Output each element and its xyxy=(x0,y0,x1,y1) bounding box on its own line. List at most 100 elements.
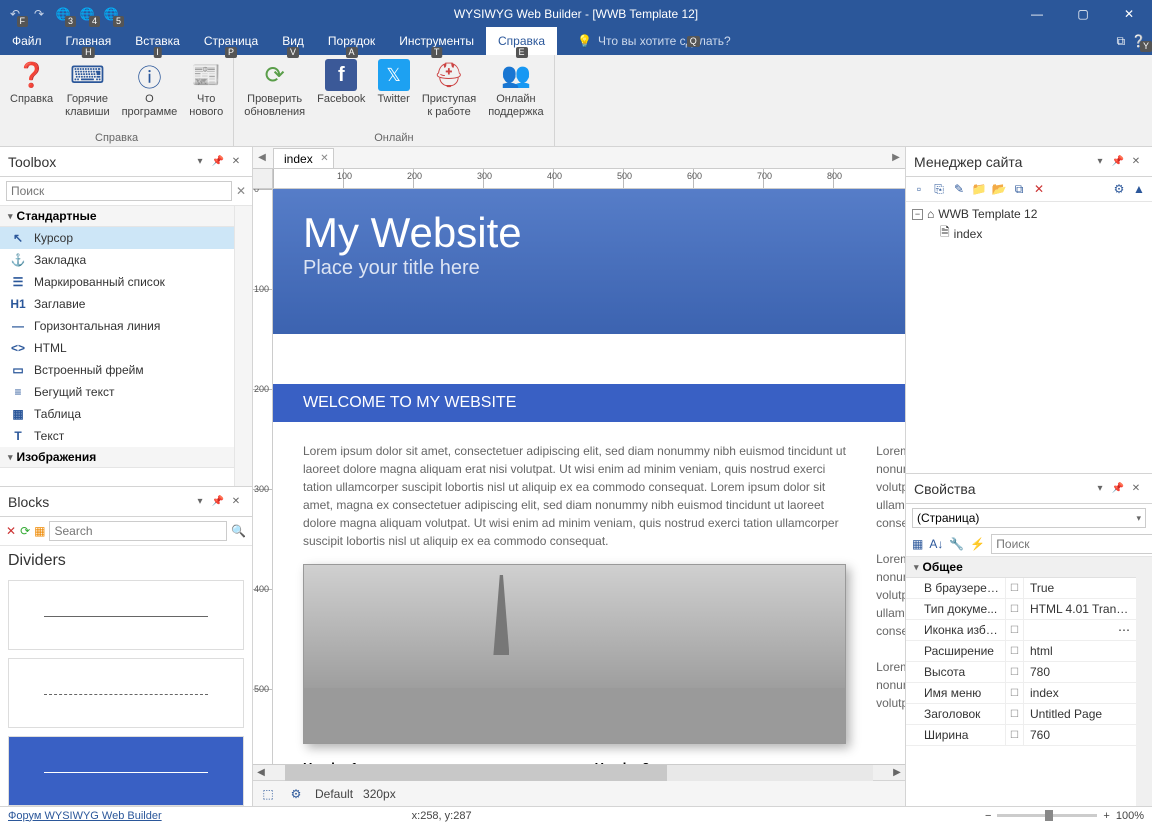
check-updates-button[interactable]: ⟳Проверитьобновления xyxy=(240,57,309,132)
blocks-search-input[interactable] xyxy=(49,521,227,541)
sidebar-column[interactable]: Lorem ipsum dolor consectetuer adipiscin… xyxy=(876,442,905,764)
toolbox-item-iframe[interactable]: ▭Встроенный фрейм xyxy=(0,359,234,381)
document-tab[interactable]: index✕ xyxy=(273,148,334,168)
block-thumb[interactable] xyxy=(8,658,244,728)
settings-icon[interactable]: ⚙ xyxy=(287,785,305,803)
collapse-icon[interactable]: − xyxy=(912,209,923,220)
responsive-icon[interactable]: ⬚ xyxy=(259,785,277,803)
toolbox-category[interactable]: Стандартные xyxy=(0,206,234,227)
breakpoint-label[interactable]: Default xyxy=(315,787,353,801)
toolbox-item-marquee[interactable]: ≡Бегущий текст xyxy=(0,381,234,403)
new-page-icon[interactable]: ▫ xyxy=(910,180,928,198)
toolbox-scrollbar[interactable] xyxy=(234,206,252,486)
search-icon[interactable]: 🔍 xyxy=(231,524,246,538)
property-row[interactable]: Иконка избр...☐⋯ xyxy=(906,620,1136,641)
wrench-icon[interactable]: 🔧 xyxy=(949,537,964,551)
toolbox-item-cursor[interactable]: ↖Курсор xyxy=(0,227,234,249)
copy-icon[interactable]: ⧉ xyxy=(1010,180,1028,198)
events-icon[interactable]: ⚡ xyxy=(970,537,985,551)
forum-link[interactable]: Форум WYSIWYG Web Builder xyxy=(8,810,162,822)
qat-5[interactable]: 🌐5 xyxy=(100,3,122,25)
folder-icon[interactable]: 📁 xyxy=(970,180,988,198)
hero-image[interactable] xyxy=(303,564,846,744)
menu-insert[interactable]: ВставкаI xyxy=(123,27,192,55)
close-icon[interactable]: ✕ xyxy=(228,494,244,510)
refresh-icon[interactable]: ⟳ xyxy=(20,524,30,538)
property-row[interactable]: Имя меню☐index xyxy=(906,683,1136,704)
support-button[interactable]: 👥Онлайнподдержка xyxy=(484,57,547,132)
panel-menu-icon[interactable]: ▾ xyxy=(1092,154,1108,170)
tab-next[interactable]: ▶ xyxy=(889,149,903,165)
zoom-out-icon[interactable]: − xyxy=(985,810,991,822)
edit-icon[interactable]: ✎ xyxy=(950,180,968,198)
delete-icon[interactable]: ✕ xyxy=(6,524,16,538)
toolbox-item-text[interactable]: TТекст xyxy=(0,425,234,447)
property-row[interactable]: Ширина☐760 xyxy=(906,725,1136,746)
menu-arrange[interactable]: ПорядокA xyxy=(316,27,387,55)
toolbox-item-list[interactable]: ☰Маркированный список xyxy=(0,271,234,293)
sort-icon[interactable]: A↓ xyxy=(929,537,943,551)
properties-search-input[interactable] xyxy=(991,534,1152,554)
pin-icon[interactable]: 📌 xyxy=(1110,154,1126,170)
panel-menu-icon[interactable]: ▾ xyxy=(1092,481,1108,497)
about-button[interactable]: ⓘОпрограмме xyxy=(118,57,182,132)
close-icon[interactable]: ✕ xyxy=(1128,154,1144,170)
ruler-vertical[interactable]: 0100200300400500 xyxy=(253,189,273,764)
zoom-control[interactable]: − + 100% xyxy=(985,810,1144,822)
property-row[interactable]: Заголовок☐Untitled Page xyxy=(906,704,1136,725)
toolbox-item-html[interactable]: <>HTML xyxy=(0,337,234,359)
tab-prev[interactable]: ◀ xyxy=(255,149,269,165)
close-button[interactable]: ✕ xyxy=(1106,0,1152,27)
close-icon[interactable]: ✕ xyxy=(320,153,328,164)
maximize-button[interactable]: ▢ xyxy=(1060,0,1106,27)
menu-file[interactable]: Файл xyxy=(0,27,54,55)
property-row[interactable]: Высота☐780 xyxy=(906,662,1136,683)
menu-page[interactable]: СтраницаP xyxy=(192,27,270,55)
add-icon[interactable]: ▦ xyxy=(34,524,45,538)
qat-redo[interactable]: ↷ xyxy=(28,3,50,25)
canvas[interactable]: My Website Place your title here HomeAbo… xyxy=(273,189,905,764)
property-row[interactable]: Расширение☐html xyxy=(906,641,1136,662)
layout-icon[interactable]: ⧉ xyxy=(1116,34,1125,49)
props-icon[interactable]: ⚙ xyxy=(1110,180,1128,198)
menu-tools[interactable]: ИнструментыT xyxy=(387,27,486,55)
toolbox-item-hr[interactable]: ―Горизонтальная линия xyxy=(0,315,234,337)
toolbox-category[interactable]: Изображения xyxy=(0,447,234,468)
property-row[interactable]: Тип докуме...☐HTML 4.01 Trans... xyxy=(906,599,1136,620)
hotkeys-button[interactable]: ⌨Горячиеклавиши xyxy=(61,57,113,132)
zoom-in-icon[interactable]: + xyxy=(1103,810,1109,822)
property-category[interactable]: Общее xyxy=(906,557,1136,578)
getting-started-button[interactable]: ⛑Приступаяк работе xyxy=(418,57,480,132)
toolbox-item-anchor[interactable]: ⚓Закладка xyxy=(0,249,234,271)
minimize-button[interactable]: ― xyxy=(1014,0,1060,27)
up-icon[interactable]: ▲ xyxy=(1130,180,1148,198)
site-tree[interactable]: − ⌂ WWB Template 12 🗎 index xyxy=(906,202,1152,473)
menu-help[interactable]: СправкаE xyxy=(486,27,557,55)
facebook-button[interactable]: fFacebook xyxy=(313,57,369,132)
horizontal-scrollbar[interactable]: ◀▶ xyxy=(253,764,905,780)
site-subtitle[interactable]: Place your title here xyxy=(303,257,905,280)
pin-icon[interactable]: 📌 xyxy=(210,154,226,170)
delete-icon[interactable]: ✕ xyxy=(1030,180,1048,198)
toolbox-item-heading[interactable]: H1Заглавие xyxy=(0,293,234,315)
block-thumb[interactable] xyxy=(8,580,244,650)
close-icon[interactable]: ✕ xyxy=(1128,481,1144,497)
main-column[interactable]: Lorem ipsum dolor sit amet, consectetuer… xyxy=(303,442,846,764)
search-clear-icon[interactable]: ✕ xyxy=(236,184,246,198)
zoom-slider[interactable] xyxy=(997,814,1097,817)
panel-menu-icon[interactable]: ▾ xyxy=(192,154,208,170)
qat-4[interactable]: 🌐4 xyxy=(76,3,98,25)
whatsnew-button[interactable]: 📰Чтонового xyxy=(185,57,227,132)
twitter-button[interactable]: 𝕏Twitter xyxy=(373,57,413,132)
tell-me[interactable]: 💡 Что вы хотите сделать? Q xyxy=(577,34,700,48)
categorize-icon[interactable]: ▦ xyxy=(912,537,923,551)
close-icon[interactable]: ✕ xyxy=(228,154,244,170)
tree-root[interactable]: − ⌂ WWB Template 12 xyxy=(912,206,1146,222)
pin-icon[interactable]: 📌 xyxy=(1110,481,1126,497)
pin-icon[interactable]: 📌 xyxy=(210,494,226,510)
help-button[interactable]: ❓Справка xyxy=(6,57,57,132)
menu-home[interactable]: ГлавнаяH xyxy=(54,27,124,55)
toolbox-search-input[interactable] xyxy=(6,181,232,201)
section-bar[interactable]: WELCOME TO MY WEBSITENEWS xyxy=(273,384,905,422)
menu-view[interactable]: ВидV xyxy=(270,27,316,55)
